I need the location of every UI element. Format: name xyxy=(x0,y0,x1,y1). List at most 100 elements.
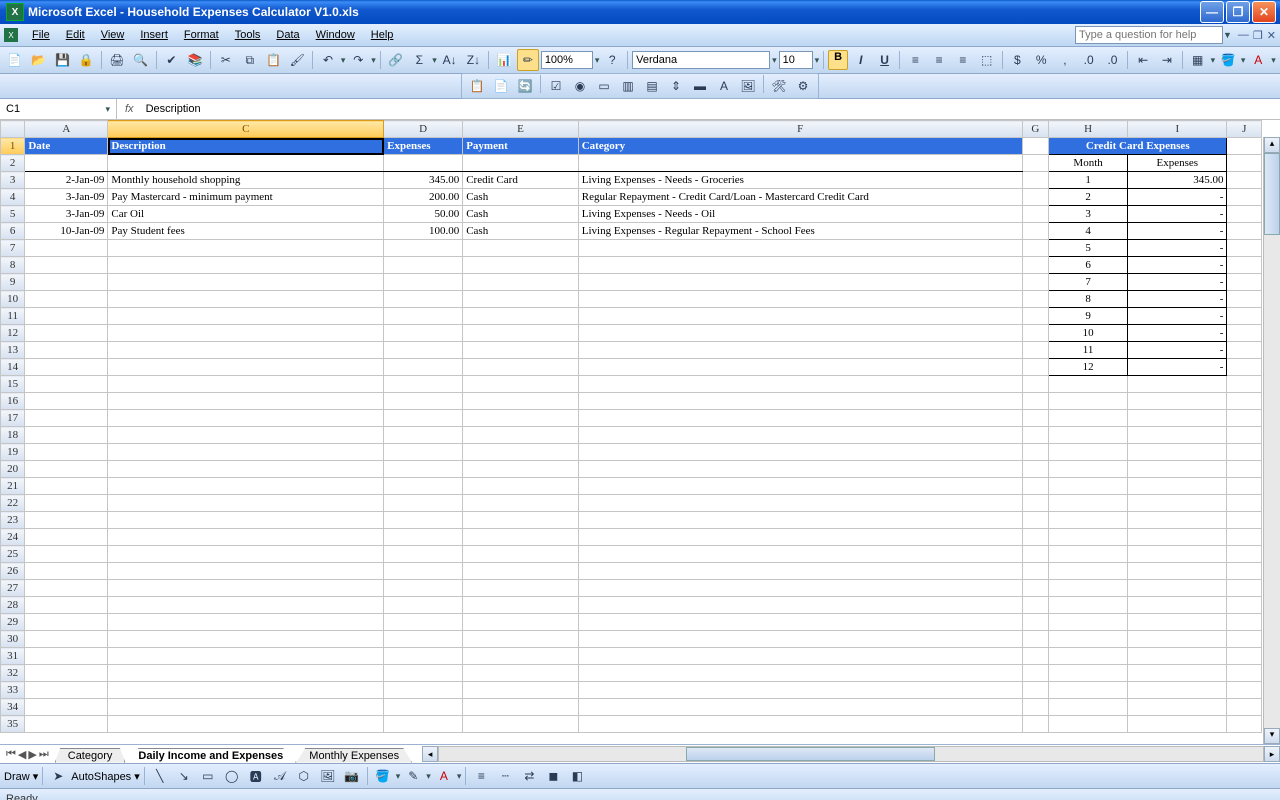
cell-category[interactable] xyxy=(578,359,1022,376)
cell[interactable] xyxy=(1128,529,1227,546)
font-size-dropdown-icon[interactable]: ▾ xyxy=(815,55,820,66)
cell[interactable] xyxy=(1227,240,1262,257)
clipart-icon[interactable]: 🖼 xyxy=(317,765,339,787)
bold-button[interactable]: B xyxy=(828,50,848,70)
cell[interactable] xyxy=(1227,393,1262,410)
scroll-left-button[interactable]: ◂ xyxy=(422,746,438,762)
cell[interactable] xyxy=(1022,155,1048,172)
font-color-dropdown-icon[interactable]: ▾ xyxy=(1271,55,1276,66)
combo-icon[interactable]: ▥ xyxy=(617,75,639,97)
cell-category[interactable] xyxy=(578,308,1022,325)
cell-date[interactable]: 10-Jan-09 xyxy=(25,223,108,240)
wordart-icon[interactable]: 𝒜 xyxy=(269,765,291,787)
cell[interactable] xyxy=(1049,546,1128,563)
name-box-dropdown-icon[interactable]: ▾ xyxy=(105,104,110,115)
cell[interactable] xyxy=(1128,699,1227,716)
cell-description[interactable] xyxy=(108,597,384,614)
col-header-i[interactable]: I xyxy=(1128,121,1227,138)
cell-expenses[interactable] xyxy=(384,308,463,325)
cell[interactable] xyxy=(1022,138,1048,155)
cell-description[interactable] xyxy=(108,648,384,665)
cell[interactable] xyxy=(1128,410,1227,427)
cell[interactable] xyxy=(1128,648,1227,665)
row-header[interactable]: 23 xyxy=(1,512,25,529)
cell[interactable] xyxy=(1227,325,1262,342)
cell-expenses[interactable] xyxy=(384,631,463,648)
cell-description[interactable] xyxy=(108,580,384,597)
doc-restore-button[interactable]: ❐ xyxy=(1253,29,1263,42)
scroll-up-button[interactable]: ▴ xyxy=(1264,137,1280,153)
cell[interactable] xyxy=(1128,427,1227,444)
cell-expenses[interactable] xyxy=(384,359,463,376)
cell-date[interactable] xyxy=(25,682,108,699)
row-header[interactable]: 14 xyxy=(1,359,25,376)
cell[interactable] xyxy=(1128,444,1227,461)
row-header[interactable]: 34 xyxy=(1,699,25,716)
menu-format[interactable]: Format xyxy=(176,27,227,43)
line-color-icon[interactable]: ✎ xyxy=(402,765,424,787)
cc-month[interactable]: 10 xyxy=(1049,325,1128,342)
cell-expenses[interactable]: 345.00 xyxy=(384,172,463,189)
cell-payment[interactable] xyxy=(463,631,579,648)
cell-description[interactable] xyxy=(108,665,384,682)
cc-month[interactable]: 3 xyxy=(1049,206,1128,223)
cell-payment[interactable]: Credit Card xyxy=(463,172,579,189)
diagram-icon[interactable]: ⬡ xyxy=(293,765,315,787)
minimize-button[interactable]: — xyxy=(1200,1,1224,23)
cell[interactable] xyxy=(1128,682,1227,699)
cell-date[interactable] xyxy=(25,478,108,495)
cell-category[interactable] xyxy=(578,614,1022,631)
cell[interactable] xyxy=(1128,546,1227,563)
cell[interactable] xyxy=(1022,376,1048,393)
cc-value[interactable]: - xyxy=(1128,189,1227,206)
cell[interactable] xyxy=(1049,461,1128,478)
cell-description[interactable]: Pay Mastercard - minimum payment xyxy=(108,189,384,206)
increase-decimal-icon[interactable]: .0 xyxy=(1078,49,1100,71)
cell-payment[interactable] xyxy=(463,529,579,546)
cell-expenses[interactable] xyxy=(384,699,463,716)
cell-payment[interactable] xyxy=(463,699,579,716)
col-header-c[interactable]: C xyxy=(108,121,384,138)
cell-description[interactable] xyxy=(108,495,384,512)
cell-category[interactable] xyxy=(578,648,1022,665)
cell-description[interactable] xyxy=(108,410,384,427)
maximize-button[interactable]: ❐ xyxy=(1226,1,1250,23)
cell[interactable] xyxy=(1022,512,1048,529)
comma-icon[interactable]: , xyxy=(1054,49,1076,71)
cell-date[interactable] xyxy=(25,376,108,393)
cell-date[interactable] xyxy=(25,461,108,478)
sheet-tab-monthly[interactable]: Monthly Expenses xyxy=(296,748,412,763)
cell-date[interactable] xyxy=(25,597,108,614)
cell[interactable] xyxy=(1227,274,1262,291)
cell[interactable] xyxy=(1227,478,1262,495)
tab-nav-first-icon[interactable]: ⏮ xyxy=(6,748,16,761)
row-header[interactable]: 13 xyxy=(1,342,25,359)
help-dropdown-icon[interactable]: ▼ xyxy=(1223,30,1232,40)
header-cc-expenses[interactable]: Expenses xyxy=(1128,155,1227,172)
row-header[interactable]: 7 xyxy=(1,240,25,257)
align-center-icon[interactable]: ≡ xyxy=(928,49,950,71)
cell[interactable] xyxy=(1049,410,1128,427)
col-header-g[interactable]: G xyxy=(1022,121,1048,138)
cell-description[interactable] xyxy=(108,478,384,495)
cell[interactable] xyxy=(1022,223,1048,240)
cell[interactable] xyxy=(1022,189,1048,206)
row-header[interactable]: 25 xyxy=(1,546,25,563)
tab-nav-last-icon[interactable]: ⏭ xyxy=(39,748,49,761)
cc-value[interactable]: - xyxy=(1128,342,1227,359)
row-header[interactable]: 32 xyxy=(1,665,25,682)
cell-description[interactable] xyxy=(108,614,384,631)
cell-date[interactable] xyxy=(25,359,108,376)
cell-description[interactable] xyxy=(108,359,384,376)
cell[interactable] xyxy=(1227,376,1262,393)
scroll-right-button[interactable]: ▸ xyxy=(1264,746,1280,762)
cell-expenses[interactable] xyxy=(384,665,463,682)
cell-category[interactable] xyxy=(578,529,1022,546)
cell-expenses[interactable] xyxy=(384,444,463,461)
cell[interactable] xyxy=(1227,546,1262,563)
fill-color-icon[interactable]: 🪣 xyxy=(1217,49,1239,71)
cell-date[interactable] xyxy=(25,665,108,682)
italic-button[interactable]: I xyxy=(850,49,872,71)
cell-payment[interactable] xyxy=(463,682,579,699)
cell[interactable] xyxy=(1227,529,1262,546)
